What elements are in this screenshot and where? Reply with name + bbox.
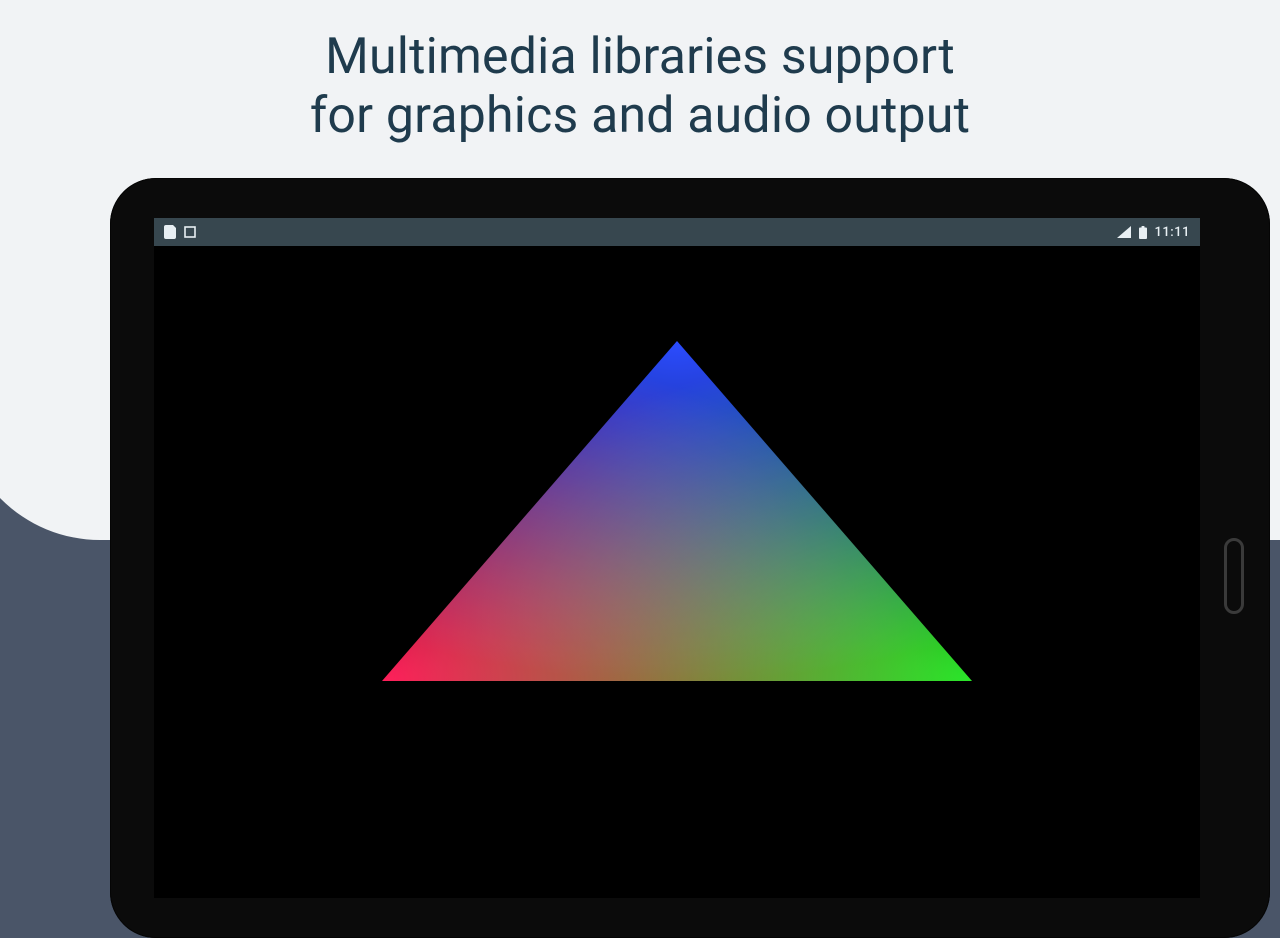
- rgb-triangle: [382, 341, 972, 681]
- sdcard-icon: [164, 225, 176, 239]
- tablet-frame: 11:11: [110, 178, 1270, 938]
- battery-icon: [1139, 226, 1147, 239]
- headline: Multimedia libraries support for graphic…: [0, 28, 1280, 146]
- android-status-bar: 11:11: [154, 218, 1200, 246]
- tablet-screen: 11:11: [154, 218, 1200, 898]
- graphics-canvas: [154, 246, 1200, 898]
- tablet-power-button: [1224, 538, 1244, 614]
- headline-line-1: Multimedia libraries support: [325, 28, 955, 86]
- signal-icon: [1117, 226, 1131, 238]
- status-right-group: 11:11: [1117, 225, 1190, 240]
- status-left-group: [164, 225, 196, 239]
- status-clock: 11:11: [1155, 225, 1190, 240]
- headline-line-2: for graphics and audio output: [310, 87, 970, 145]
- debug-icon: [184, 226, 196, 238]
